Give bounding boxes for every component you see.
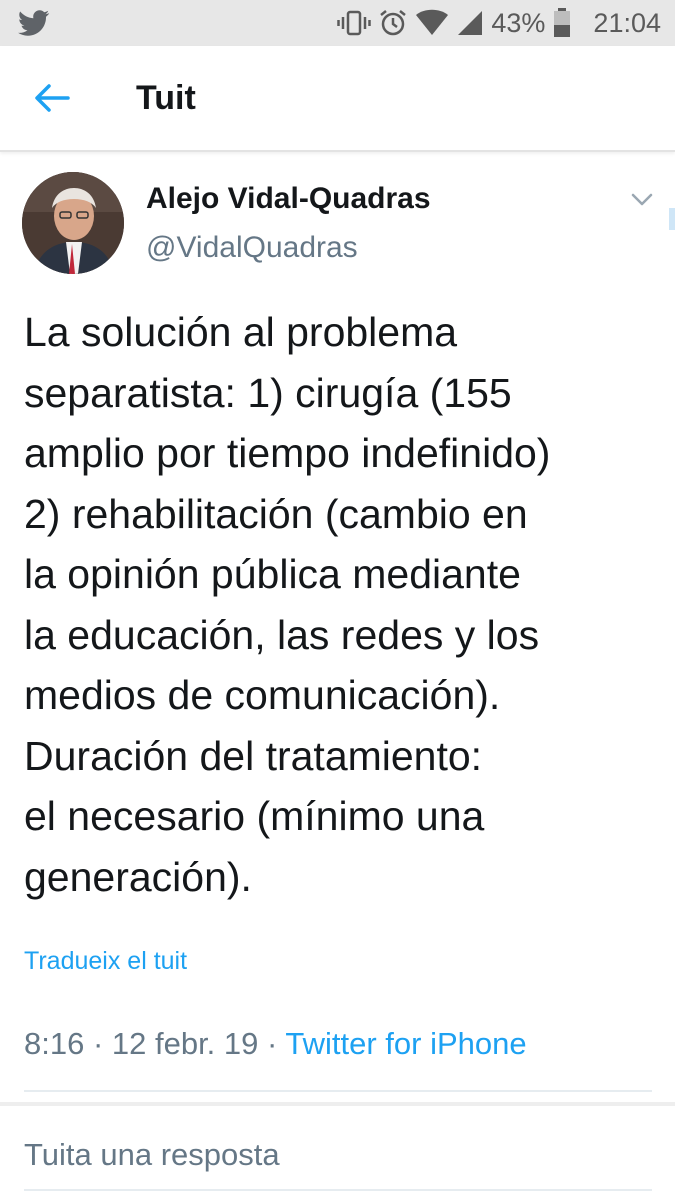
chevron-down-icon — [631, 193, 653, 206]
author-handle[interactable]: @VidalQuadras — [146, 231, 358, 265]
divider — [24, 1090, 652, 1092]
app-bar: Tuit — [0, 46, 675, 152]
translate-tweet-link[interactable]: Tradueix el tuit — [24, 947, 187, 976]
tweet-text-line: Duración del tratamiento: — [24, 732, 483, 779]
page-title: Tuit — [136, 79, 196, 117]
tweet-source-link[interactable]: Twitter for iPhone — [285, 1026, 526, 1061]
author-name[interactable]: Alejo Vidal-Quadras — [146, 182, 431, 216]
status-bar: 43% 21:04 — [0, 0, 675, 46]
battery-icon — [553, 8, 571, 38]
tweet-text-line: medios de comunicación). — [24, 672, 501, 718]
tweet-text-line: generación). — [24, 853, 252, 900]
tweet-text-line: la opinión pública mediante — [24, 551, 521, 597]
clock: 21:04 — [593, 7, 661, 38]
scroll-indicator — [669, 208, 675, 230]
twitter-bird-icon — [18, 10, 50, 36]
tweet-text-line: el necesario (mínimo una — [24, 793, 485, 839]
tweet-timestamp: 8:16 · 12 febr. 19 · — [24, 1026, 286, 1061]
tweet-meta: 8:16 · 12 febr. 19 · Twitter for iPhone — [24, 1026, 527, 1062]
back-button[interactable] — [32, 82, 72, 114]
alarm-icon — [379, 9, 407, 37]
arrow-left-icon — [35, 84, 70, 112]
tweet-text-line: amplio por tiempo indefinido) — [24, 430, 551, 476]
cell-signal-icon — [457, 9, 483, 37]
profile-photo — [22, 172, 124, 274]
avatar[interactable] — [22, 172, 124, 274]
battery-percent: 43% — [491, 7, 546, 38]
tweet-text-line: separatista: 1) cirugía (155 — [24, 369, 512, 416]
divider — [24, 1189, 652, 1191]
tweet-text-line: 2) rehabilitación (cambio en — [24, 490, 528, 537]
tweet-text-line: la educación, las redes y los — [24, 611, 540, 658]
tweet-menu-button[interactable] — [630, 190, 654, 208]
tweet-text: La solución al problema separatista: 1) … — [24, 302, 664, 907]
wifi-icon — [415, 9, 449, 37]
tweet-text-line: La solución al problema — [24, 309, 458, 355]
vibrate-icon — [337, 9, 372, 37]
reply-input[interactable]: Tuita una resposta — [24, 1137, 280, 1173]
section-separator — [0, 1102, 675, 1106]
